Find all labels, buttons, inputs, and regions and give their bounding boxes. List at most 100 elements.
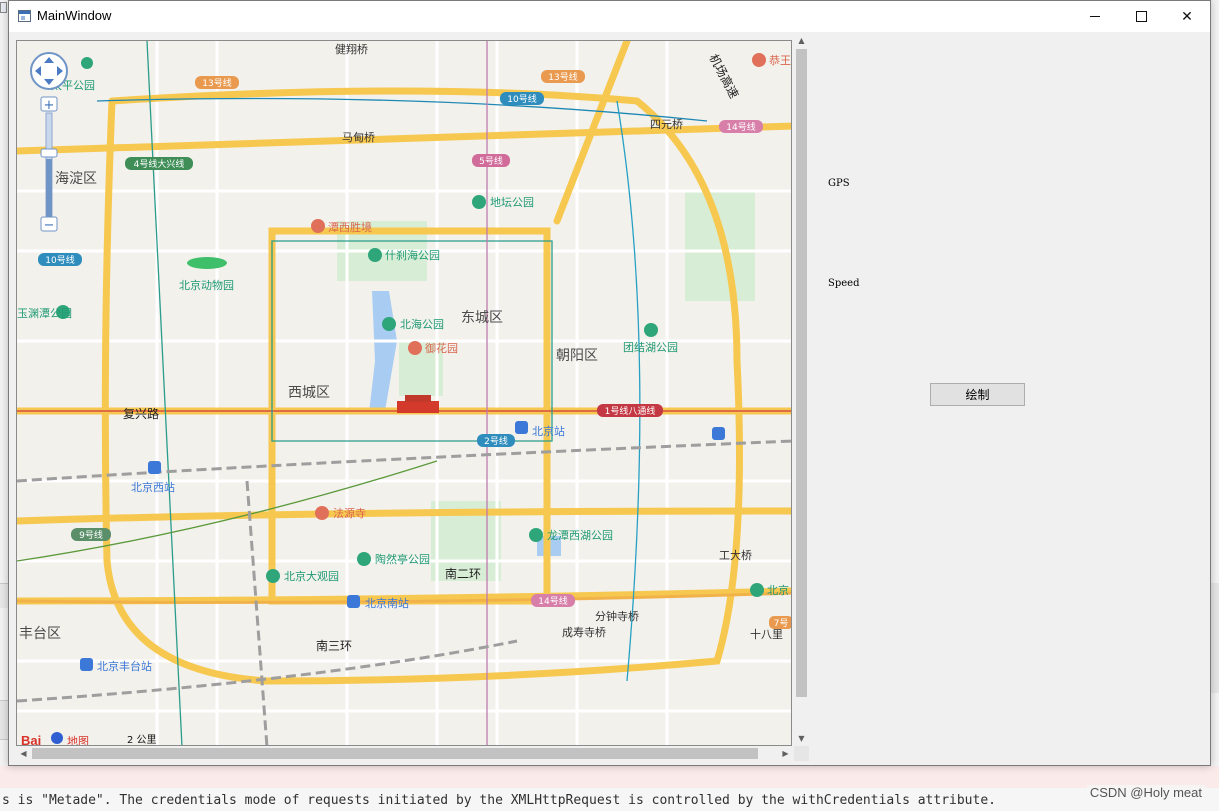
metro-badge-14a: 14号线 [719,120,763,133]
svg-text:10号线: 10号线 [507,93,536,105]
metro-badge-10b: 10号线 [38,253,82,266]
metro-badge-4: 4号线大兴线 [125,157,193,170]
metro-badge-14b: 14号线 [531,594,575,607]
district-dongcheng: 东城区 [461,310,503,326]
poi-ditan-park[interactable]: 地坛公园 [472,195,534,209]
map-pan-control[interactable] [30,52,68,90]
park-area [685,191,755,301]
scroll-down-arrow-icon[interactable]: ▼ [794,731,809,746]
map-vertical-scrollbar[interactable]: ▲ ▼ [794,33,809,746]
svg-text:1号线八通线: 1号线八通线 [605,405,656,417]
svg-text:玉渊潭公园: 玉渊潭公园 [17,307,72,320]
metro-badge-2: 2号线 [477,434,515,447]
svg-text:龙潭西湖公园: 龙潭西湖公园 [547,529,613,542]
district-chaoyang: 朝阳区 [556,348,598,364]
road-airport-expressway: 机场高速 [706,51,742,100]
bridge-gongda: 工大桥 [719,548,752,562]
app-window-icon [18,10,31,22]
svg-text:潭西胜境: 潭西胜境 [328,220,372,234]
bridge-jianxiang: 健翔桥 [335,42,368,56]
window-title: MainWindow [37,8,112,23]
svg-text:地坛公园: 地坛公园 [490,196,534,209]
background-toolbar-fragment [0,583,8,608]
vertical-scroll-thumb[interactable] [796,49,807,697]
poi-daguanyuan-park[interactable]: 北京大观园 [266,569,339,583]
poi-zoo[interactable]: 北京动物园 [179,257,234,292]
svg-text:北京站: 北京站 [532,424,565,438]
poi-beihai-park[interactable]: 北海公园 [382,317,444,331]
svg-text:北京动物园: 北京动物园 [179,278,234,292]
svg-text:陶然亭公园: 陶然亭公园 [375,552,430,566]
background-file-icon [0,2,7,13]
map-view[interactable]: 13号线 13号线 10号线 10号线 14号线 14号线 5号线 4号线大兴线… [16,40,792,746]
svg-text:2 公里: 2 公里 [127,734,157,746]
poi-tuanjiehu-park[interactable]: 团结湖公园 [623,323,678,354]
map-canvas[interactable]: 13号线 13号线 10号线 10号线 14号线 14号线 5号线 4号线大兴线… [17,41,792,746]
background-error-line [0,766,1219,788]
metro-badge-5: 5号线 [472,154,510,167]
road-nanerhuan: 南二环 [445,566,481,581]
svg-text:地图: 地图 [67,735,89,746]
svg-text:法源寺: 法源寺 [333,506,366,520]
road-fuxinglu: 复兴路 [123,406,159,421]
svg-text:13号线: 13号线 [548,71,577,83]
maximize-button[interactable] [1118,1,1164,32]
poi-xishengjing[interactable]: 潭西胜境 [311,219,372,234]
svg-text:14号线: 14号线 [726,121,755,133]
svg-text:恭王府: 恭王府 [769,53,792,67]
svg-text:+: + [44,98,55,113]
poi-beijing-south-station[interactable]: 北京南站 [347,595,409,610]
svg-text:北京西站: 北京西站 [131,480,175,494]
draw-button[interactable]: 绘制 [930,383,1025,406]
poi-beijing-station[interactable]: 北京站 [515,421,565,438]
background-input-fragment [0,700,8,740]
title-bar[interactable]: MainWindow ✕ [9,1,1210,32]
metro-badge-9: 9号线 [71,528,111,541]
scroll-right-arrow-icon[interactable]: ▶ [778,746,793,761]
svg-text:5号线: 5号线 [479,155,503,167]
road-nansanhuan: 南三环 [316,638,352,653]
poi-taoranting-park[interactable]: 陶然亭公园 [357,552,430,566]
background-console-text: s is "Metade". The credentials mode of r… [2,793,996,808]
poi-tiananmen[interactable] [397,395,439,413]
svg-text:御花园: 御花园 [425,341,458,355]
poi-fayuansi[interactable]: 法源寺 [315,506,366,520]
poi-yuyuan-park[interactable]: 玉渊潭公园 [17,305,72,320]
map-horizontal-scrollbar[interactable]: ◀ ▶ [16,746,794,761]
poi-gongwangfu-east[interactable]: 恭王府 [752,53,792,67]
close-button[interactable]: ✕ [1164,1,1210,32]
bridge-siyuan: 四元桥 [650,118,683,131]
scroll-left-arrow-icon[interactable]: ◀ [16,746,31,761]
poi-fengtai-station[interactable]: 北京丰台站 [80,658,152,673]
svg-text:团结湖公园: 团结湖公园 [623,341,678,354]
map-scale-bar: 2 公里 [127,734,157,746]
main-window: MainWindow ✕ 13号线 13号线 10号线 10号线 14号线 14… [8,0,1211,766]
minimize-button[interactable] [1072,1,1118,32]
scroll-up-arrow-icon[interactable]: ▲ [794,33,809,48]
svg-text:北京南站: 北京南站 [365,596,409,610]
svg-text:北京丰台站: 北京丰台站 [97,659,152,673]
bridge-fenzhongsi: 分钟寺桥 [595,609,639,623]
poi-beijing-park-east[interactable]: 北京 [750,583,789,597]
svg-text:4号线大兴线: 4号线大兴线 [134,158,185,170]
district-fengtai: 丰台区 [19,626,61,642]
svg-text:9号线: 9号线 [79,529,103,541]
background-panel-fragment [1211,583,1219,693]
baidu-map-logo: Bai 地图 [21,732,89,746]
bridge-shibali: 十八里 [750,627,783,641]
poi-shichahai-park[interactable]: 什刹海公园 [368,248,440,262]
bridge-madian: 马甸桥 [342,131,375,144]
bridge-chengshousi: 成寿寺桥 [562,625,606,639]
map-zoom-control[interactable]: + − [40,96,58,233]
svg-text:10号线: 10号线 [45,254,74,266]
horizontal-scroll-thumb[interactable] [32,748,758,759]
metro-badge-10a: 10号线 [500,92,544,105]
minimize-icon [1090,16,1100,17]
svg-text:北海公园: 北海公园 [400,317,444,331]
district-haidian: 海淀区 [55,171,97,187]
poi-station-east[interactable] [712,427,725,440]
svg-text:−: − [44,218,55,233]
poi-yuhuayuan[interactable]: 御花园 [408,341,458,355]
close-icon: ✕ [1181,8,1193,25]
svg-text:什刹海公园: 什刹海公园 [385,248,440,262]
